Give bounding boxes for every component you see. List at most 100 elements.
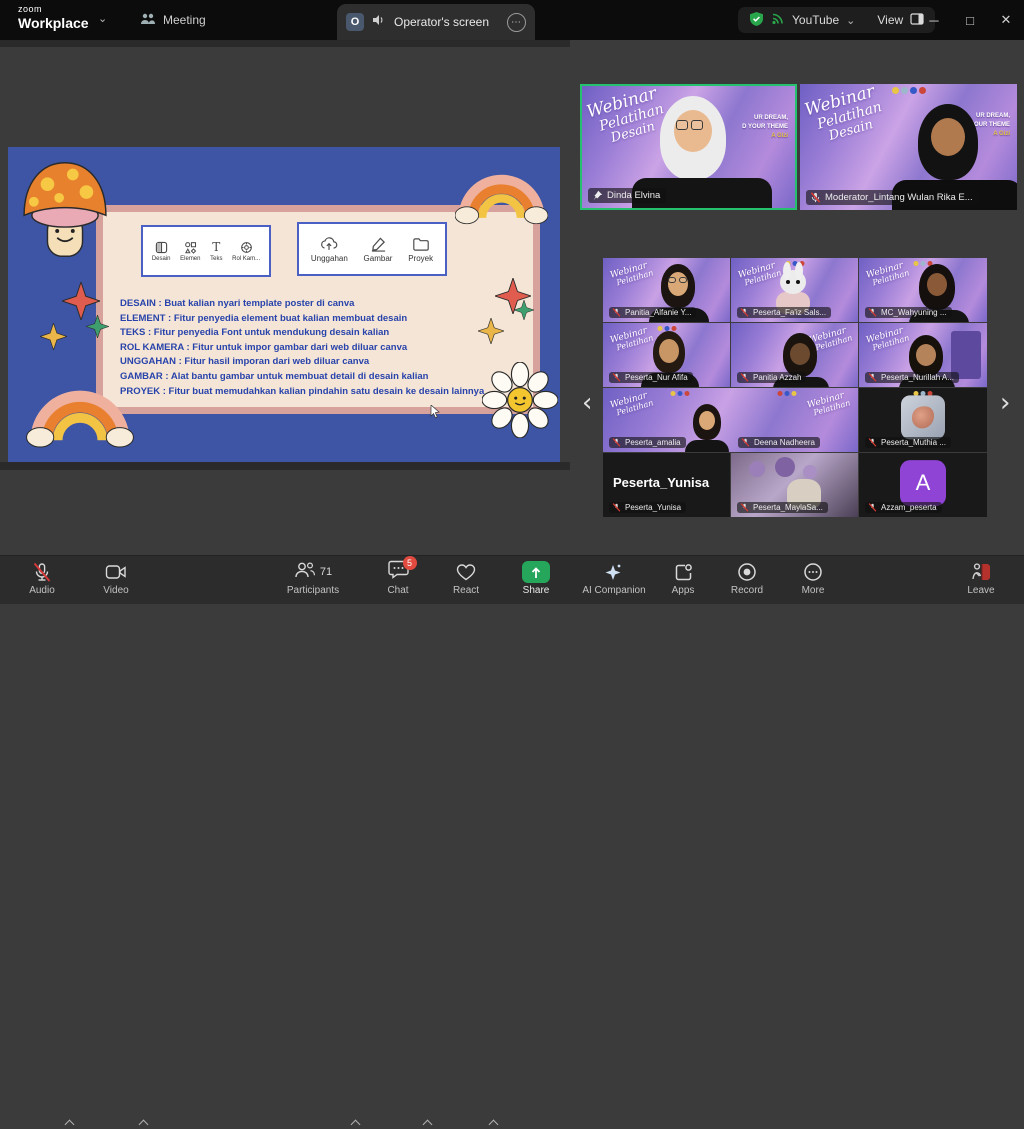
gallery-prev-button[interactable]: ‹ xyxy=(582,390,592,416)
record-icon xyxy=(737,561,757,583)
tab-operators-screen[interactable]: O Operator's screen ⋯ xyxy=(337,4,535,40)
rainbow-illustration xyxy=(25,380,135,448)
mouse-cursor xyxy=(430,405,440,419)
letter-avatar: A xyxy=(900,460,946,506)
ai-sparkle-icon xyxy=(604,561,624,583)
canva-camera-roll-item: Rol Kam... xyxy=(232,241,260,262)
view-button-label[interactable]: View xyxy=(877,13,903,27)
canva-text-item: T Teks xyxy=(210,241,222,262)
mic-off-icon xyxy=(868,373,877,382)
name-label: Peserta_Yunisa xyxy=(609,502,686,513)
slide-line: ROL KAMERA : Fitur untuk impor gambar da… xyxy=(120,341,520,356)
mic-off-icon xyxy=(868,308,877,317)
meeting-tab-label: Meeting xyxy=(163,13,206,27)
mic-off-icon xyxy=(612,503,621,512)
reaction-emojis xyxy=(777,391,796,396)
name-label: MC_Wahyuning ... xyxy=(865,307,952,318)
screenshare-top-edge xyxy=(0,40,570,47)
video-tile[interactable]: Peserta_Muthia ... xyxy=(859,388,987,452)
photo-detail xyxy=(803,465,817,479)
mic-off-icon xyxy=(612,438,621,447)
meeting-toolbar: Audio Video 71 Participants 5 Chat xyxy=(0,555,1024,604)
live-stream-controls: YouTube ⌄ View xyxy=(738,7,935,33)
canva-design-item: Desain xyxy=(152,241,171,262)
share-button[interactable]: Share xyxy=(508,561,564,596)
video-tile[interactable]: WebinarPelatihan Peserta_Nurillah A... xyxy=(859,323,987,387)
video-tile-moderator[interactable]: WebinarPelatihanDesain UR DREAM,D YOUR T… xyxy=(800,84,1017,210)
gallery-next-button[interactable]: › xyxy=(1000,390,1010,416)
participants-icon xyxy=(294,561,316,584)
text-icon: T xyxy=(212,241,220,254)
ai-companion-button[interactable]: AI Companion xyxy=(576,561,652,596)
audio-options-caret[interactable] xyxy=(65,1120,75,1129)
react-options-caret[interactable] xyxy=(489,1120,499,1129)
mic-off-icon xyxy=(868,503,877,512)
stream-service-label[interactable]: YouTube xyxy=(792,13,839,27)
chevron-down-icon[interactable]: ⌄ xyxy=(98,12,107,25)
canva-toolbar-left: Desain Elemen T Teks Rol Kam... xyxy=(141,225,271,277)
slide-line: PROYEK : Fitur buat memudahkan kalian pi… xyxy=(120,385,520,400)
video-button[interactable]: Video xyxy=(88,561,144,596)
record-button[interactable]: Record xyxy=(720,561,774,596)
slide-line: DESAIN : Buat kalian nyari template post… xyxy=(120,297,520,312)
canva-draw-item: Gambar xyxy=(364,236,393,263)
mic-off-icon xyxy=(810,192,821,203)
video-tile[interactable]: Peserta_MaylaSa... xyxy=(731,453,858,517)
name-label: Peserta_Nur Afifa xyxy=(609,372,693,383)
design-template-icon xyxy=(155,241,168,254)
name-label: Peserta_Fa'iz Sals... xyxy=(737,307,831,318)
screen-owner-badge: O xyxy=(346,13,364,31)
video-tile[interactable]: WebinarPelatihan MC_Wahyuning ... xyxy=(859,258,987,322)
camera-roll-icon xyxy=(240,241,253,254)
mic-off-icon xyxy=(868,438,877,447)
video-tile[interactable]: Peserta_Yunisa Peserta_Yunisa xyxy=(603,453,730,517)
sparkle-star xyxy=(86,315,109,338)
screen-tab-label: Operator's screen xyxy=(394,15,489,29)
participants-button[interactable]: 71 Participants xyxy=(278,561,348,596)
slide-feature-list: DESAIN : Buat kalian nyari template post… xyxy=(120,297,520,399)
video-tile[interactable]: WebinarPelatihan Peserta_Nur Afifa xyxy=(603,323,730,387)
projects-folder-icon xyxy=(412,236,430,252)
broadcast-icon xyxy=(771,12,785,28)
mic-off-icon xyxy=(612,308,621,317)
video-options-caret[interactable] xyxy=(139,1120,149,1129)
participant-video xyxy=(681,404,733,452)
video-tile[interactable]: A Azzam_peserta xyxy=(859,453,987,517)
name-label: Deena Nadheera xyxy=(738,437,820,448)
react-button[interactable]: React xyxy=(438,561,494,596)
photo-detail xyxy=(775,457,795,477)
close-button[interactable]: ✕ xyxy=(988,0,1024,40)
apps-button[interactable]: Apps xyxy=(656,561,710,596)
restore-button[interactable]: □ xyxy=(952,0,988,40)
video-tile[interactable]: WebinarPelatihan Peserta_Fa'iz Sals... xyxy=(731,258,858,322)
canva-elements-item: Elemen xyxy=(180,241,200,262)
tab-more-options-button[interactable]: ⋯ xyxy=(507,13,526,32)
pin-icon xyxy=(592,190,603,201)
video-tile[interactable]: WebinarPelatihan Panitia_Alfanie Y... xyxy=(603,258,730,322)
mic-off-icon xyxy=(740,308,749,317)
slide-line: GAMBAR : Alat bantu gambar untuk membuat… xyxy=(120,370,520,385)
minimize-button[interactable]: ─ xyxy=(916,0,952,40)
window-controls: ─ □ ✕ xyxy=(916,0,1024,40)
canva-projects-item: Proyek xyxy=(408,236,433,263)
apps-icon xyxy=(674,561,693,583)
canva-toolbar-right: Unggahan Gambar Proyek xyxy=(297,222,447,276)
draw-icon xyxy=(370,236,387,252)
canva-uploads-item: Unggahan xyxy=(311,236,348,263)
video-tile[interactable]: WebinarPelatihan Panitia Azzah xyxy=(731,323,858,387)
title-bar: zoom Workplace ⌄ Meeting O Operator's sc… xyxy=(0,0,1024,40)
audio-button[interactable]: Audio xyxy=(14,561,70,596)
leave-button[interactable]: Leave xyxy=(954,561,1008,596)
chat-options-caret[interactable] xyxy=(423,1120,433,1129)
flower-avatar xyxy=(901,395,945,439)
more-button[interactable]: More xyxy=(786,561,840,596)
reaction-emojis xyxy=(892,87,926,94)
chevron-down-icon[interactable]: ⌄ xyxy=(846,14,855,27)
participants-options-caret[interactable] xyxy=(351,1120,361,1129)
video-tile-dinda-elvina[interactable]: WebinarPelatihanDesain UR DREAM,D YOUR T… xyxy=(580,84,797,210)
video-tile-wide[interactable]: WebinarPelatihan WebinarPelatihan Pesert… xyxy=(603,388,858,452)
name-label: Peserta_MaylaSa... xyxy=(737,502,828,513)
more-dots-icon xyxy=(803,561,823,583)
chat-button[interactable]: 5 Chat xyxy=(370,561,426,596)
tab-meeting[interactable]: Meeting xyxy=(140,0,206,40)
